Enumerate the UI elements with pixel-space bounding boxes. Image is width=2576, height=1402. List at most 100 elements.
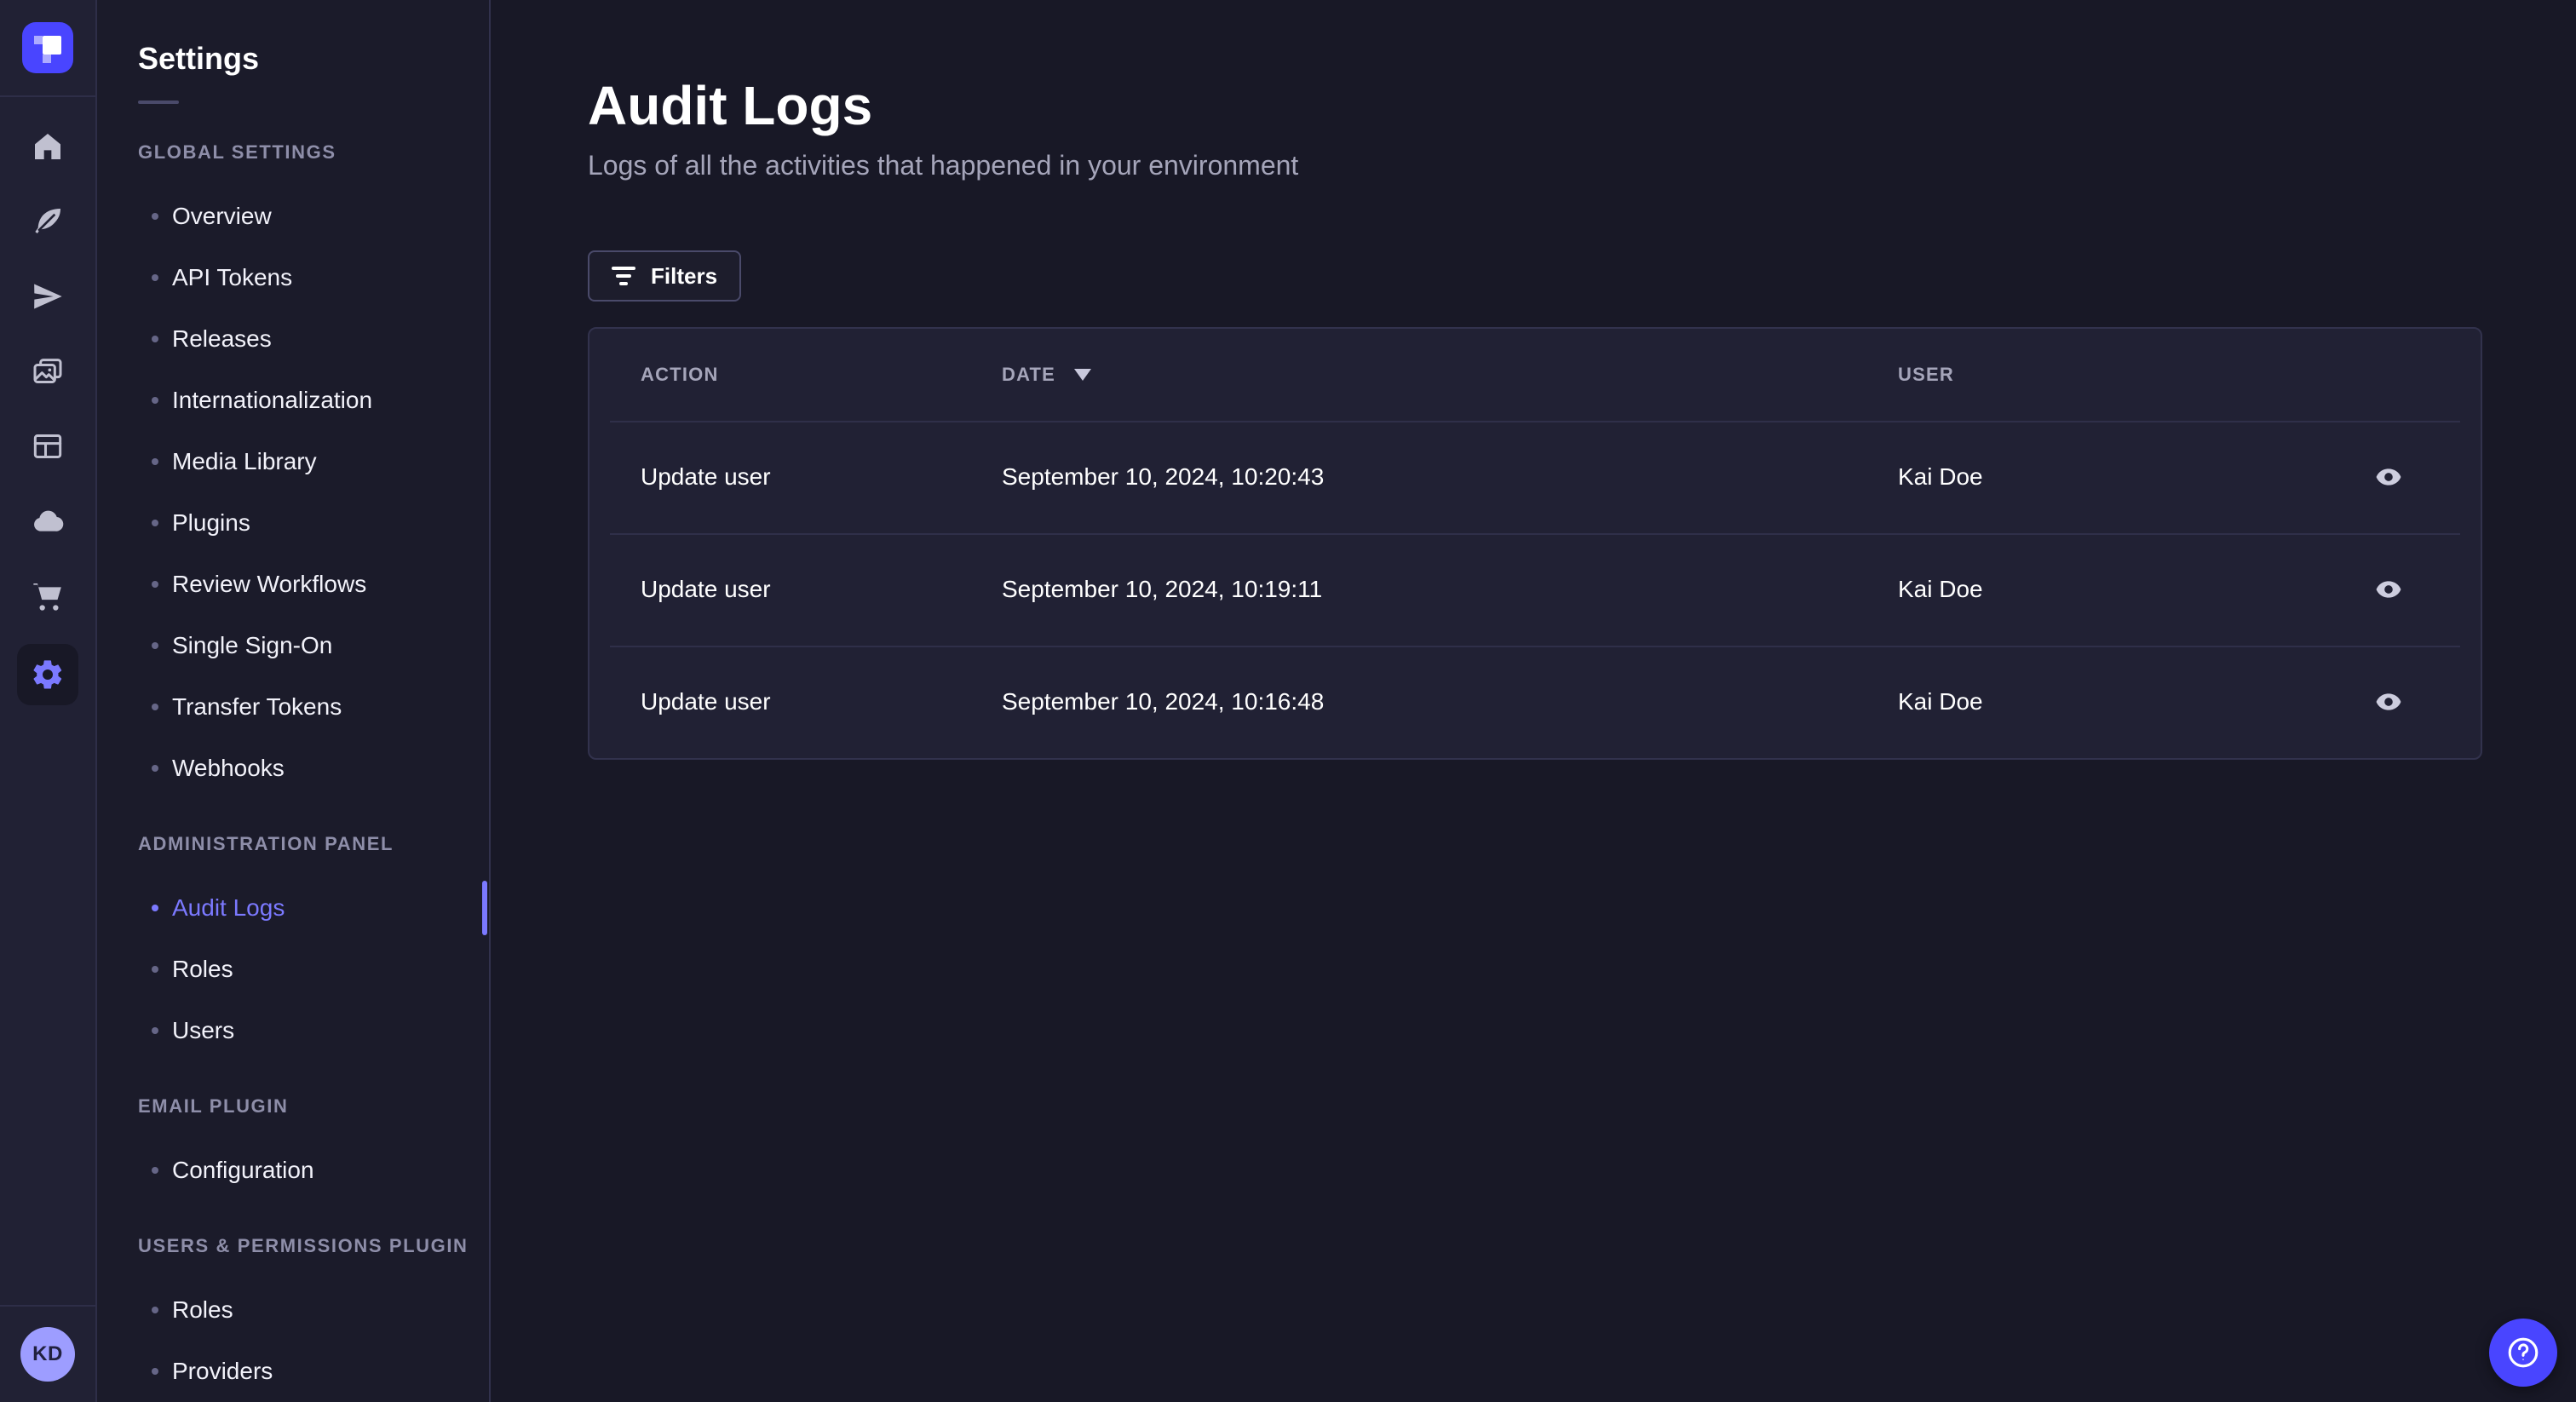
subnav-item-label: Users (172, 1017, 235, 1043)
subnav-section-email-plugin: Email Plugin Configuration (97, 1095, 489, 1201)
subnav-title: Settings (138, 41, 260, 76)
subnav-item-audit-logs[interactable]: Audit Logs (97, 877, 489, 939)
page-subtitle: Logs of all the activities that happened… (588, 150, 1299, 181)
strapi-logo[interactable] (22, 22, 73, 73)
strapi-admin-app: KD Settings Global Settings Overview API T… (0, 0, 2576, 1402)
section-label: Administration Panel (138, 833, 394, 854)
subnav-item-users[interactable]: Users (97, 1000, 489, 1061)
view-log-button[interactable] (2365, 566, 2412, 613)
help-button[interactable] (2489, 1319, 2557, 1387)
subnav-section-administration-panel: Administration Panel Audit Logs Roles Users (97, 833, 489, 1061)
section-items: Overview API Tokens Releases Internationali… (97, 186, 489, 799)
active-indicator (482, 881, 487, 935)
subnav-item-label: Configuration (172, 1157, 314, 1183)
filters-button[interactable]: Filters (588, 250, 742, 302)
table-row[interactable]: Update user September 10, 2024, 10:16:48 K… (589, 646, 2481, 758)
cart-icon[interactable] (20, 569, 75, 623)
table-row[interactable]: Update user September 10, 2024, 10:19:11 K… (589, 533, 2481, 646)
subnav-item-label: Review Workflows (172, 571, 367, 597)
sort-desc-icon (1074, 369, 1092, 381)
subnav-item-label: API Tokens (172, 264, 293, 290)
cell-action: Update user (641, 463, 771, 490)
filter-icon (612, 267, 635, 285)
cell-user: Kai Doe (1898, 463, 1983, 490)
bullet-icon (152, 520, 158, 526)
subnav-item-single-sign-on[interactable]: Single Sign-On (97, 615, 489, 676)
table-header-row: Action Date User (589, 329, 2481, 421)
subnav-item-label: Roles (172, 1296, 233, 1323)
paper-plane-icon[interactable] (20, 269, 75, 324)
media-library-icon[interactable] (20, 344, 75, 399)
section-label: Email Plugin (138, 1095, 289, 1117)
main-content: Audit Logs Logs of all the activities th… (492, 0, 2576, 1402)
question-mark-icon (2508, 1337, 2539, 1368)
subnav-item-plugins[interactable]: Plugins (97, 492, 489, 554)
table-body: Update user September 10, 2024, 10:20:43 K… (589, 421, 2481, 758)
bullet-icon (152, 642, 158, 649)
page-title: Audit Logs (588, 75, 873, 136)
section-items: Audit Logs Roles Users (97, 877, 489, 1061)
cell-date: September 10, 2024, 10:16:48 (1002, 688, 1325, 715)
bullet-icon (152, 274, 158, 281)
strapi-logo-shape (34, 36, 43, 44)
cell-action: Update user (641, 688, 771, 715)
subnav-item-label: Internationalization (172, 387, 373, 413)
section-items: Roles Providers (97, 1279, 489, 1402)
subnav-item-label: Providers (172, 1358, 273, 1384)
subnav-item-label: Overview (172, 203, 272, 229)
subnav-section-users-permissions-plugin: Users & Permissions Plugin Roles Providers (97, 1235, 489, 1402)
column-header-user[interactable]: User (1898, 364, 2337, 386)
subnav-item-internationalization[interactable]: Internationalization (97, 370, 489, 431)
subnav-title-rule (138, 101, 179, 104)
bullet-icon (152, 1368, 158, 1375)
column-header-label: User (1898, 364, 1954, 385)
cell-date: September 10, 2024, 10:19:11 (1002, 576, 1323, 602)
settings-gear-icon[interactable] (17, 644, 78, 705)
strapi-logo-shape (43, 55, 51, 63)
subnav-item-label: Single Sign-On (172, 632, 333, 658)
layout-icon[interactable] (20, 419, 75, 474)
user-avatar[interactable]: KD (20, 1327, 75, 1382)
home-icon[interactable] (20, 119, 75, 174)
eye-icon (2376, 693, 2401, 710)
subnav-item-review-workflows[interactable]: Review Workflows (97, 554, 489, 615)
bullet-icon (152, 213, 158, 220)
bullet-icon (152, 765, 158, 772)
view-log-button[interactable] (2365, 453, 2412, 501)
subnav-item-providers[interactable]: Providers (97, 1341, 489, 1402)
cell-action: Update user (641, 576, 771, 602)
subnav-item-roles[interactable]: Roles (97, 939, 489, 1000)
cloud-icon[interactable] (20, 494, 75, 549)
table-row[interactable]: Update user September 10, 2024, 10:20:43 K… (589, 421, 2481, 533)
bullet-icon (152, 1027, 158, 1034)
subnav-item-label: Webhooks (172, 755, 285, 781)
strapi-logo-shape (43, 36, 61, 55)
eye-icon (2376, 468, 2401, 486)
feather-icon[interactable] (20, 194, 75, 249)
subnav-item-releases[interactable]: Releases (97, 308, 489, 370)
eye-icon (2376, 581, 2401, 598)
subnav-item-api-tokens[interactable]: API Tokens (97, 247, 489, 308)
cell-date: September 10, 2024, 10:20:43 (1002, 463, 1325, 490)
view-log-button[interactable] (2365, 678, 2412, 726)
subnav-item-webhooks[interactable]: Webhooks (97, 738, 489, 799)
section-items: Configuration (97, 1140, 489, 1201)
subnav-item-configuration[interactable]: Configuration (97, 1140, 489, 1201)
column-header-action[interactable]: Action (641, 364, 1002, 386)
subnav-item-transfer-tokens[interactable]: Transfer Tokens (97, 676, 489, 738)
bullet-icon (152, 397, 158, 404)
subnav-item-roles[interactable]: Roles (97, 1279, 489, 1341)
subnav-item-label: Roles (172, 956, 233, 982)
bullet-icon (152, 905, 158, 911)
subnav-item-label: Media Library (172, 448, 317, 474)
subnav-item-label: Transfer Tokens (172, 693, 342, 720)
audit-logs-table: Action Date User Update user September 10, … (588, 327, 2482, 760)
subnav-item-media-library[interactable]: Media Library (97, 431, 489, 492)
column-header-date[interactable]: Date (1002, 364, 1898, 386)
rail-icon-list (17, 97, 78, 1305)
bullet-icon (152, 966, 158, 973)
section-label: Users & Permissions Plugin (138, 1235, 469, 1256)
subnav-item-overview[interactable]: Overview (97, 186, 489, 247)
bullet-icon (152, 1167, 158, 1174)
section-label: Global Settings (138, 141, 336, 163)
